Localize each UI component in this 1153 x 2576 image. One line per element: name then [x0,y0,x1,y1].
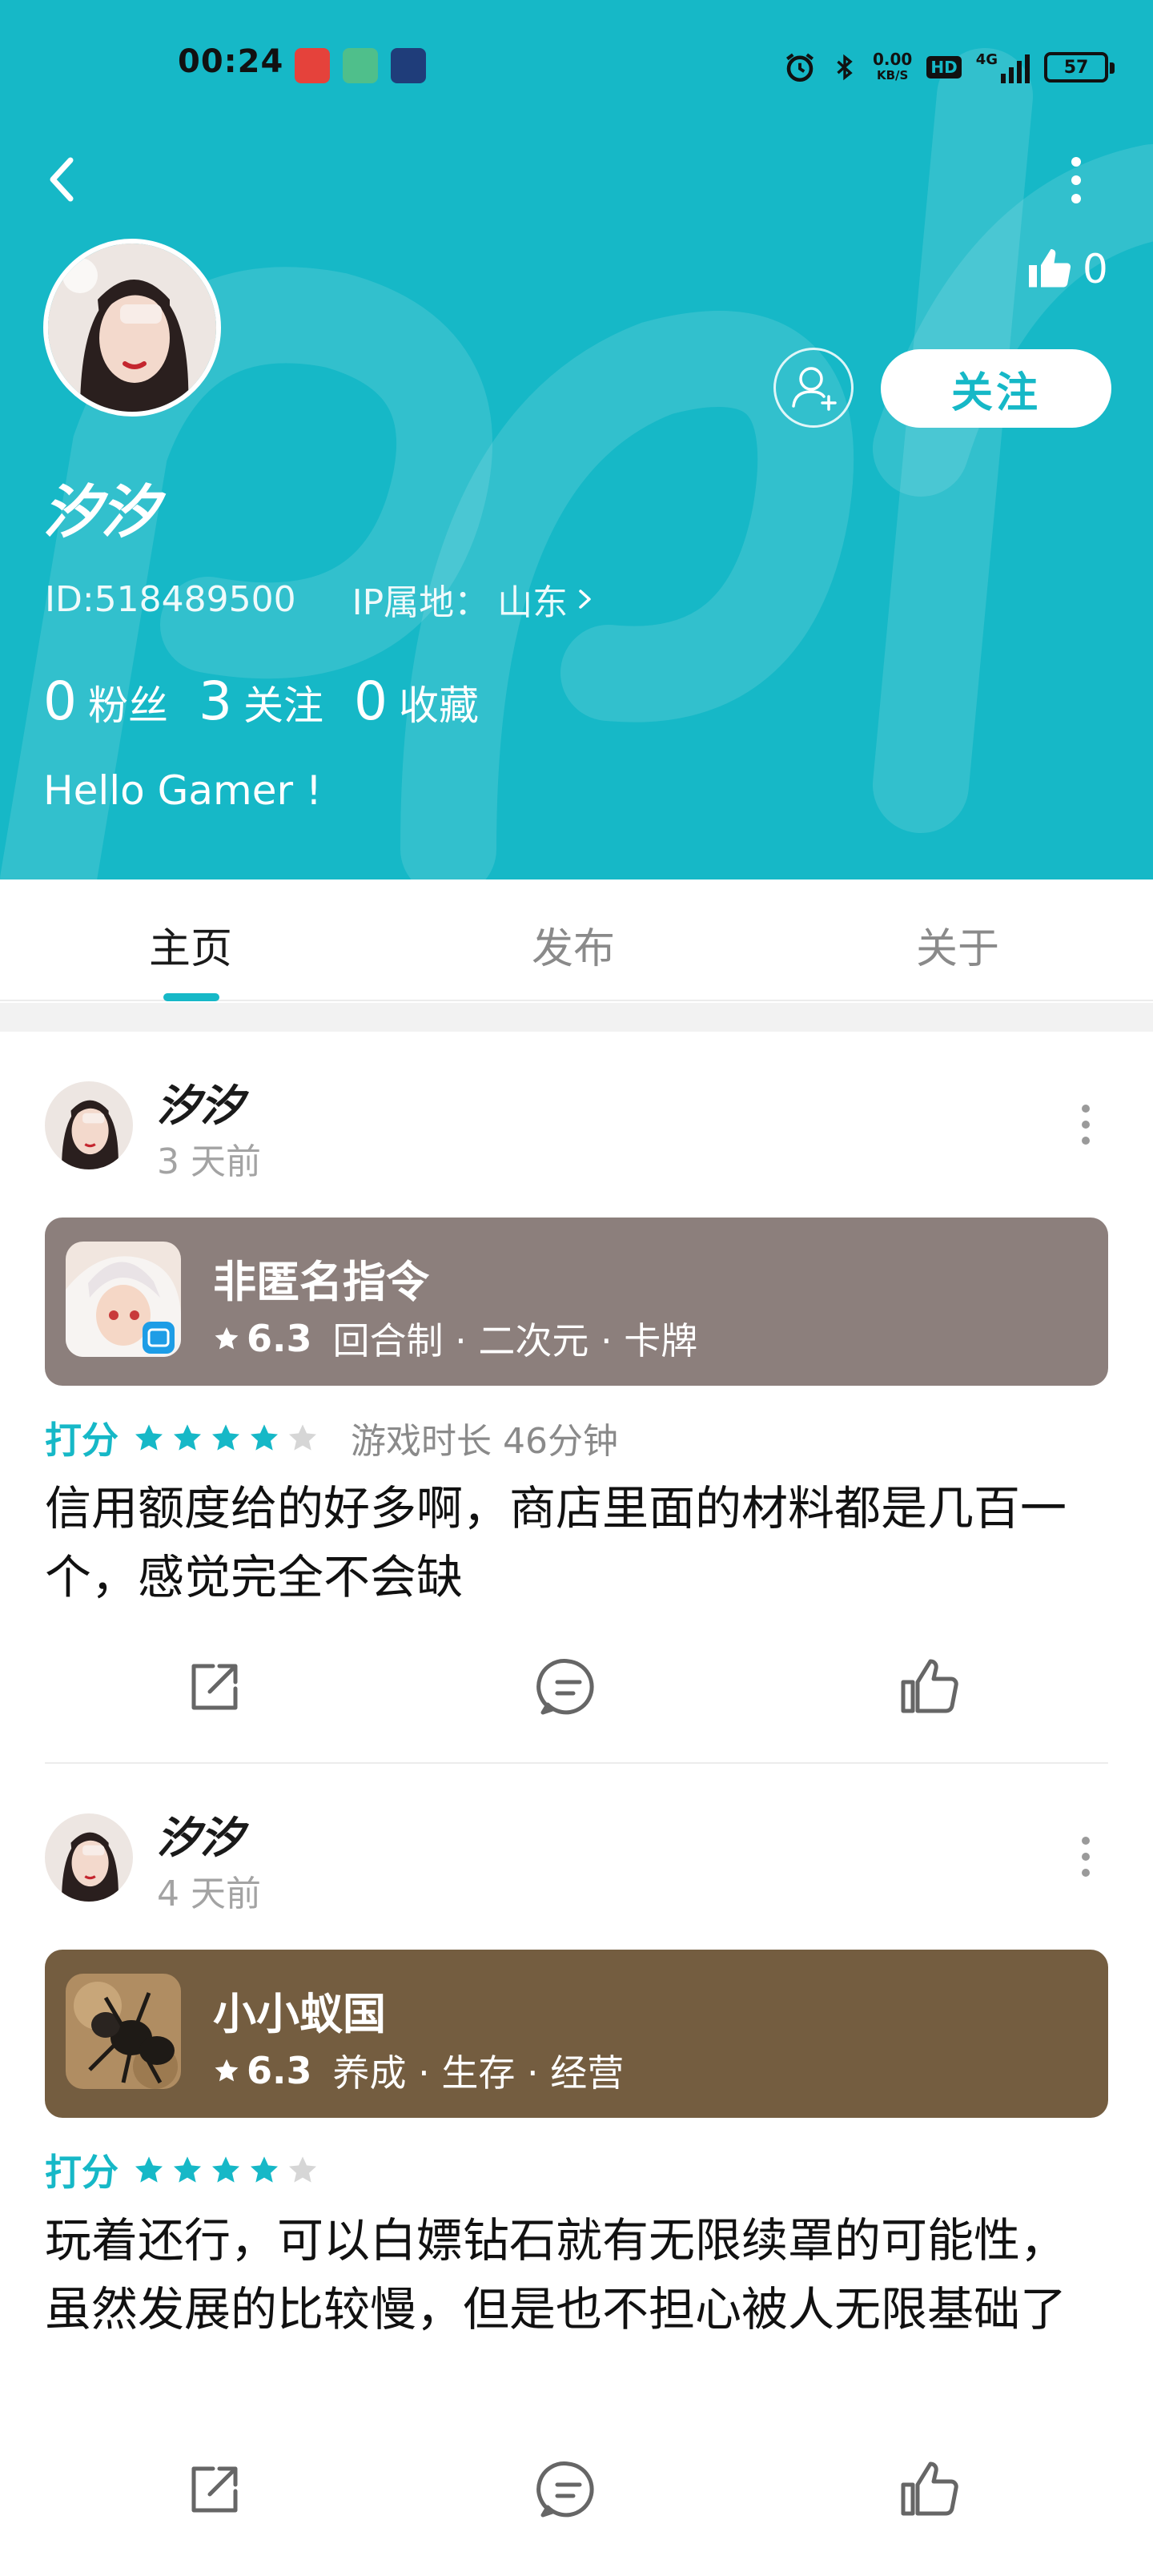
profile-header: 00:24 0.00 KB/S HD 4G 57 0 关注 汐汐 ID:5184… [0,0,1153,879]
share-icon[interactable] [183,1655,247,1719]
star-icon [174,1424,201,1451]
share-icon[interactable] [183,2457,247,2522]
star-icon [251,2156,278,2183]
stat-favorites[interactable]: 0 收藏 [354,670,479,732]
game-icon [66,1242,181,1357]
profile-like-count[interactable]: 0 [1025,240,1108,298]
score-label: 打分 [45,1419,119,1462]
score-row: 打分 [45,2142,351,2198]
user-id: ID:518489500 [45,578,296,620]
game-card[interactable]: 小小蚁国 6.3 养成 · 生存 · 经营 [45,1950,1108,2118]
app-notification-icon-3 [391,48,426,83]
star-icon [215,1326,239,1350]
post-time: 3 天前 [157,1141,261,1182]
star-rating [133,1422,319,1454]
post-more-icon[interactable] [1070,1101,1102,1149]
chevron-right-icon [579,590,591,609]
star-icon [215,2059,239,2082]
score-label: 打分 [45,2151,119,2194]
star-icon [135,2156,163,2183]
ip-label: IP属地： [352,582,490,623]
game-card[interactable]: 非匿名指令 6.3 回合制 · 二次元 · 卡牌 [45,1218,1108,1386]
star-rating [133,2154,319,2186]
add-user-icon [792,367,837,411]
game-title: 非匿名指令 [213,1257,429,1307]
like-icon[interactable] [897,1655,961,1719]
status-bar: 00:24 0.00 KB/S HD 4G 57 [0,32,1153,104]
star-icon [135,1424,163,1451]
game-icon [66,1974,181,2089]
status-time: 00:24 [178,43,284,80]
game-rating: 6.3 [247,1317,312,1360]
stat-following[interactable]: 3 关注 [199,670,323,732]
tab-home[interactable]: 主页 [149,915,232,975]
signal-icon: 4G [976,51,1030,83]
more-vertical-icon[interactable] [1054,152,1099,208]
section-gap [0,1003,1153,1032]
like-count-value: 0 [1083,246,1108,292]
star-icon [251,1424,278,1451]
network-speed: 0.00 KB/S [872,50,913,83]
comment-icon[interactable] [536,2457,601,2522]
alarm-icon [785,53,814,83]
profile-tabs: 主页 发布 关于 [0,879,1153,1001]
post-divider [45,1762,1108,1764]
background-watermark [0,48,1153,879]
tab-about[interactable]: 关于 [916,915,999,975]
status-right-cluster: 0.00 KB/S HD 4G 57 [783,45,1115,90]
battery-icon: 57 [1044,52,1115,83]
stats-row: 0 粉丝 3 关注 0 收藏 [43,665,509,737]
stat-fans-count: 0 [43,670,77,732]
comment-icon[interactable] [536,1655,601,1719]
hd-badge: HD [926,56,962,78]
star-icon [289,1424,316,1451]
game-tags: 养成 · 生存 · 经营 [332,2051,625,2095]
playtime: 游戏时长 46分钟 [351,1421,618,1462]
post-body: 玩着还行，可以白嫖钻石就有无限续罩的可能性，虽然发展的比较慢，但是也不担心被人无… [45,2213,1067,2337]
star-icon [174,2156,201,2183]
game-meta: 6.3 回合制 · 二次元 · 卡牌 [213,1312,697,1365]
follow-button[interactable]: 关注 [881,349,1111,428]
bluetooth-icon [837,54,853,81]
add-friend-button[interactable] [773,348,854,428]
post-author-avatar[interactable] [45,1813,133,1902]
back-arrow-icon[interactable] [35,149,86,210]
star-icon [212,1424,239,1451]
ip-location-link[interactable]: IP属地： 山东 [352,574,596,625]
stat-following-count: 3 [199,670,232,732]
star-icon [289,2156,316,2183]
profile-id-row: ID:518489500 IP属地： 山东 [45,574,595,625]
profile-name: 汐汐 [43,478,159,545]
star-icon [212,2156,239,2183]
game-meta: 6.3 养成 · 生存 · 经营 [213,2044,624,2097]
game-tags: 回合制 · 二次元 · 卡牌 [332,1319,698,1362]
game-title: 小小蚁国 [213,1989,386,2039]
tab-posts[interactable]: 发布 [532,915,615,975]
active-tab-indicator [163,993,219,1001]
profile-bio: Hello Gamer ! [43,767,322,814]
game-rating: 6.3 [247,2049,312,2092]
profile-avatar[interactable] [43,239,221,417]
stat-fans[interactable]: 0 粉丝 [43,670,168,732]
stat-favorites-label: 收藏 [399,682,479,729]
post-more-icon[interactable] [1070,1833,1102,1881]
ip-location-value: 山东 [497,582,568,623]
like-icon[interactable] [897,2457,961,2522]
thumbs-up-icon [1029,249,1071,288]
stat-fans-label: 粉丝 [88,682,168,729]
post-author-name[interactable]: 汐汐 [157,1070,243,1133]
post-author-name[interactable]: 汐汐 [157,1802,243,1866]
app-notification-icon-2 [343,48,378,83]
post-time: 4 天前 [157,1874,261,1914]
stat-favorites-count: 0 [354,670,388,732]
post-author-avatar[interactable] [45,1081,133,1169]
app-notification-icon-1 [295,48,330,83]
score-row: 打分 游戏时长 46分钟 [45,1410,618,1466]
stat-following-label: 关注 [243,682,323,729]
post-body: 信用额度给的好多啊，商店里面的材料都是几百一个，感觉完全不会缺 [45,1481,1067,1604]
